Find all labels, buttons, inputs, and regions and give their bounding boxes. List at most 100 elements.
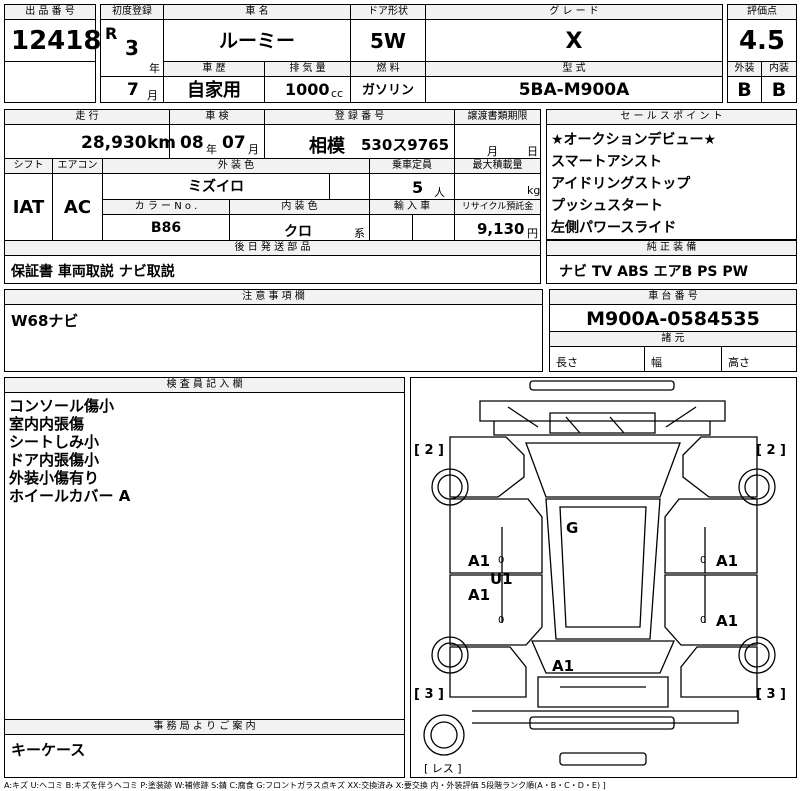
shift-cell: IAT — [4, 173, 53, 241]
shift-value: IAT — [12, 197, 45, 218]
interior-grade-value: B — [771, 79, 787, 101]
mark-zero-l2: 0 — [498, 615, 504, 626]
displacement-unit: cc — [331, 87, 344, 100]
first-reg-year: 3 — [125, 36, 139, 60]
door-cell: 5W — [350, 19, 426, 62]
history-header: 車 歴 — [163, 61, 265, 77]
transfer-deadline-month-unit: 月 — [487, 145, 498, 158]
first-reg-month-cell: 7 月 — [100, 76, 164, 103]
recycle-value: 9,130 — [477, 220, 525, 238]
exterior-color-cell: ミズイロ — [102, 173, 330, 200]
first-reg-month: 7 — [127, 80, 139, 100]
interior-color-header: 内 装 色 — [229, 199, 370, 215]
aircon-header: エアコン — [52, 158, 103, 174]
exterior-grade-cell: B — [727, 76, 762, 103]
capacity-unit: 人 — [434, 186, 445, 199]
notes-cell: W68ナビ — [4, 304, 543, 372]
inspection-cell: 08 年 07 月 — [169, 124, 265, 159]
model-value: 5BA-M900A — [518, 80, 630, 100]
mark-a1-left-front: A1 — [468, 552, 490, 570]
recycle-unit: 円 — [527, 227, 538, 240]
mark-a1-rear: A1 — [552, 657, 574, 675]
dims-width: 幅 — [651, 356, 662, 369]
corner-label-tl: [ 2 ] — [414, 443, 444, 458]
car-name: ルーミー — [218, 30, 295, 52]
fuel-cell: ガソリン — [350, 76, 426, 103]
office-header: 事 務 局 よ り ご 案 内 — [4, 719, 405, 735]
shift-header: シフト — [4, 158, 53, 174]
sales-points-cell: ★オークションデビュー★ スマートアシスト アイドリングストップ プッシュスター… — [546, 124, 797, 240]
mark-zero-r2: 0 — [700, 615, 706, 626]
exterior-grade-header: 外装 — [727, 61, 762, 77]
sales-point-3: アイドリングストップ — [551, 176, 691, 192]
interior-color-cell: クロ 系 — [229, 214, 370, 241]
interior-grade-cell: B — [761, 76, 797, 103]
inspector-header: 検 査 員 記 入 欄 — [4, 377, 405, 393]
fuel-value: ガソリン — [361, 83, 414, 98]
displacement-cell: 1000 cc — [264, 76, 351, 103]
equipment-header: 純 正 装 備 — [546, 240, 797, 256]
door-header: ドア形状 — [350, 4, 426, 20]
interior-color-unit: 系 — [354, 227, 365, 240]
mark-a1-left-rear: A1 — [468, 586, 490, 604]
mileage-value: 28,930 — [81, 133, 147, 153]
history-cell: 自家用 — [163, 76, 265, 103]
car-name-header: 車 名 — [163, 4, 351, 20]
first-reg-cell: R 3 年 — [100, 19, 164, 77]
grade-cell: X — [425, 19, 723, 62]
equipment-cell: ナビ TV ABS エアB PS PW — [546, 255, 797, 284]
model-cell: 5BA-M900A — [425, 76, 723, 103]
spare-label: [ レス ] — [424, 762, 462, 775]
notes-header: 注 意 事 項 欄 — [4, 289, 543, 305]
sales-point-2: スマートアシスト — [551, 154, 663, 170]
model-header: 型 式 — [425, 61, 723, 77]
color-no-cell: B86 — [102, 214, 230, 241]
mileage-cell: 28,930 km — [4, 124, 176, 159]
score-header: 評価点 — [727, 4, 797, 20]
car-name-cell: ルーミー — [163, 19, 351, 62]
history-value: 自家用 — [187, 80, 241, 101]
later-parts-value: 保証書 車両取説 ナビ取説 — [11, 264, 175, 280]
mileage-header: 走 行 — [4, 109, 170, 125]
color-no-value: B86 — [150, 220, 182, 236]
inspection-month: 07 — [222, 133, 246, 153]
lot-blank — [4, 61, 96, 103]
lot-number: 12418 — [11, 26, 102, 56]
car-diagram: [ 2 ] [ 2 ] [ 3 ] [ 3 ] [ レス ] G U1 A1 A… — [414, 380, 786, 775]
dims-length: 長さ — [556, 356, 578, 369]
inspector-cell: コンソール傷小 室内内張傷 シートしみ小 ドア内張傷小 外装小傷有り ホイールカ… — [4, 392, 405, 720]
corner-label-bl: [ 3 ] — [414, 687, 444, 702]
capacity-cell: 5 人 — [369, 173, 455, 200]
mark-zero-l1: 0 — [498, 555, 504, 566]
exterior-color-value: ミズイロ — [188, 179, 244, 195]
inspection-header: 車 検 — [169, 109, 265, 125]
capacity-value: 5 — [412, 178, 424, 197]
dims-width-cell: 幅 — [644, 346, 722, 372]
inspection-year-unit: 年 — [206, 143, 217, 156]
import-cell-b — [412, 214, 455, 241]
first-reg-month-unit: 月 — [147, 89, 158, 102]
sales-point-5: 左側パワースライド — [551, 220, 677, 236]
registration-cell: 相模 530ス9765 — [264, 124, 455, 159]
dims-height: 高さ — [728, 356, 750, 369]
exterior-color-header: 外 装 色 — [102, 158, 370, 174]
later-parts-cell: 保証書 車両取説 ナビ取説 — [4, 255, 541, 284]
transfer-deadline-cell: 月 日 — [454, 124, 541, 159]
office-value: キーケース — [11, 741, 86, 759]
lot-cell: 12418 — [4, 19, 101, 62]
color-no-header: カ ラ ー N o . — [102, 199, 230, 215]
mark-u1: U1 — [490, 570, 513, 588]
first-reg-header: 初度登録 — [100, 4, 164, 20]
later-parts-header: 後 日 発 送 部 品 — [4, 240, 541, 256]
registration-number: 530ス9765 — [361, 136, 450, 154]
registration-region: 相模 — [309, 136, 345, 157]
import-cell-a — [369, 214, 413, 241]
auction-sheet: { "lot": {"header":"出 品 番 号","value":"12… — [0, 0, 802, 791]
capacity-header: 乗車定員 — [369, 158, 455, 174]
grade-header: グ レ ー ド — [425, 4, 723, 20]
inspection-month-unit: 月 — [248, 143, 259, 156]
score-value: 4.5 — [738, 26, 786, 56]
chassis-header: 車 台 番 号 — [549, 289, 797, 305]
legend-text: A:キズ U:ヘコミ B:キズを伴うヘコミ P:塗装跡 W:補修跡 S:錆 C:… — [4, 781, 606, 790]
chassis-cell: M900A-0584535 — [549, 304, 797, 332]
